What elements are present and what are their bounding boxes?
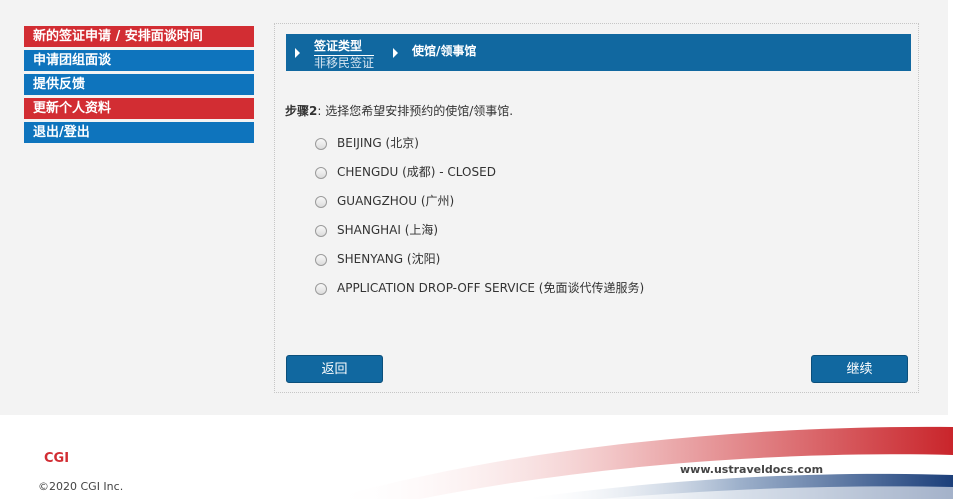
back-button[interactable]: 返回 [286, 355, 383, 383]
radio-beijing[interactable] [315, 138, 327, 150]
copyright-text: ©2020 CGI Inc. [38, 480, 124, 493]
option-chengdu[interactable]: CHENGDU (成都) - CLOSED [315, 165, 644, 194]
sidebar-item-new-application[interactable]: 新的签证申请 / 安排面谈时间 [24, 26, 254, 47]
breadcrumb: 签证类型 非移民签证 使馆/领事馆 [286, 34, 911, 71]
radio-guangzhou[interactable] [315, 196, 327, 208]
breadcrumb-step2-title: 使馆/领事馆 [412, 44, 477, 58]
cgi-logo: CGI [44, 451, 70, 466]
footer: CGI ©2020 CGI Inc. www.ustraveldocs.com [0, 415, 953, 499]
site-url[interactable]: www.ustraveldocs.com [680, 463, 823, 476]
option-guangzhou[interactable]: GUANGZHOU (广州) [315, 194, 644, 223]
sidebar-item-group-interview[interactable]: 申请团组面谈 [24, 50, 254, 71]
radio-chengdu[interactable] [315, 167, 327, 179]
chevron-right-icon [295, 48, 300, 58]
option-label[interactable]: BEIJING (北京) [337, 136, 419, 151]
sidebar: 新的签证申请 / 安排面谈时间 申请团组面谈 提供反馈 更新个人资料 退出/登出 [24, 26, 254, 146]
option-beijing[interactable]: BEIJING (北京) [315, 136, 644, 165]
main-panel: 签证类型 非移民签证 使馆/领事馆 步骤2: 选择您希望安排预约的使馆/领事馆.… [274, 23, 919, 393]
option-drop-off[interactable]: APPLICATION DROP-OFF SERVICE (免面谈代传递服务) [315, 281, 644, 310]
footer-wave-graphic [330, 426, 953, 499]
radio-drop-off[interactable] [315, 283, 327, 295]
option-label[interactable]: GUANGZHOU (广州) [337, 194, 454, 209]
step-instruction: 步骤2: 选择您希望安排预约的使馆/领事馆. [285, 102, 513, 119]
sidebar-item-logout[interactable]: 退出/登出 [24, 122, 254, 143]
option-label[interactable]: CHENGDU (成都) - CLOSED [337, 165, 496, 180]
step-label: 步骤2 [285, 104, 318, 118]
radio-shenyang[interactable] [315, 254, 327, 266]
chevron-right-icon [393, 48, 398, 58]
option-label[interactable]: APPLICATION DROP-OFF SERVICE (免面谈代传递服务) [337, 281, 644, 296]
option-shenyang[interactable]: SHENYANG (沈阳) [315, 252, 644, 281]
sidebar-item-update-profile[interactable]: 更新个人资料 [24, 98, 254, 119]
option-label[interactable]: SHANGHAI (上海) [337, 223, 438, 238]
continue-button[interactable]: 继续 [811, 355, 908, 383]
option-shanghai[interactable]: SHANGHAI (上海) [315, 223, 644, 252]
radio-shanghai[interactable] [315, 225, 327, 237]
step-text: : 选择您希望安排预约的使馆/领事馆. [317, 104, 514, 118]
consulate-options: BEIJING (北京) CHENGDU (成都) - CLOSED GUANG… [315, 136, 644, 310]
option-label[interactable]: SHENYANG (沈阳) [337, 252, 440, 267]
breadcrumb-step1-value: 非移民签证 [314, 56, 375, 70]
sidebar-item-feedback[interactable]: 提供反馈 [24, 74, 254, 95]
